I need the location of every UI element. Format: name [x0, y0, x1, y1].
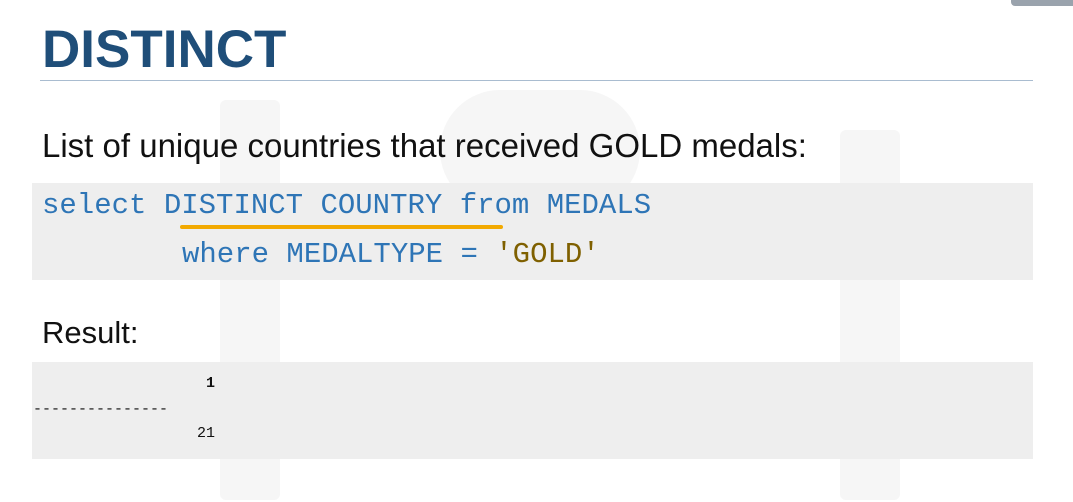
sql-line-1: select DISTINCT COUNTRY from MEDALS: [42, 189, 651, 223]
result-panel: [32, 362, 1033, 459]
sql-line-2: where MEDALTYPE = 'GOLD': [182, 238, 600, 272]
result-label: Result:: [42, 315, 139, 350]
slide-title: DISTINCT: [42, 20, 287, 79]
sql-from-clause: from MEDALS: [459, 189, 652, 222]
title-divider: [40, 80, 1033, 81]
sql-where-column: MEDALTYPE: [286, 238, 444, 271]
slide-subtitle: List of unique countries that received G…: [42, 127, 807, 164]
sql-where-value: 'GOLD': [495, 238, 600, 271]
distinct-highlight-underline: [180, 225, 503, 229]
result-column-header: 1: [206, 375, 216, 392]
sql-select-keyword: select: [42, 189, 147, 222]
sql-operator: =: [460, 238, 478, 271]
result-value: 21: [197, 425, 216, 442]
sql-distinct-clause: DISTINCT COUNTRY: [163, 189, 443, 222]
sql-where-keyword: where: [182, 238, 270, 271]
result-separator: ---------------: [33, 401, 169, 418]
window-corner-tab: [1011, 0, 1073, 6]
